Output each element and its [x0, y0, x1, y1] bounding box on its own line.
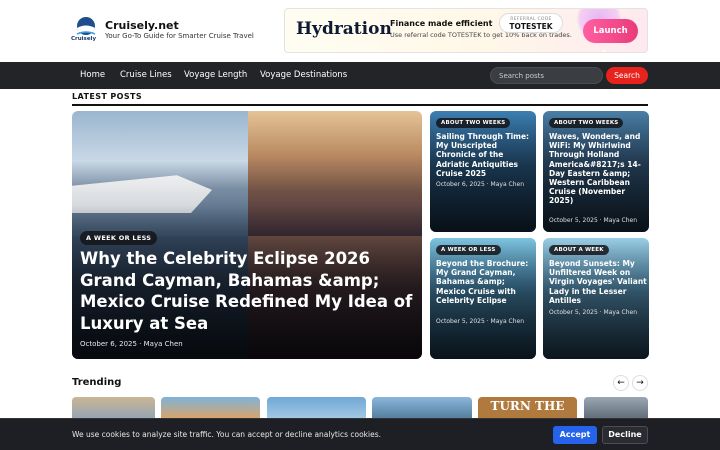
card-post-title[interactable]: Beyond the Brochure: My Grand Cayman, Ba…	[436, 259, 534, 305]
site-tagline: Your Go-To Guide for Smarter Cruise Trav…	[105, 32, 254, 40]
nav-item-voyage-length[interactable]: Voyage Length	[184, 70, 247, 80]
main-nav: Home Cruise Lines Voyage Length Voyage D…	[0, 62, 720, 89]
post-card[interactable]: A WEEK OR LESS Beyond the Brochure: My G…	[430, 238, 536, 359]
hero-post-card[interactable]: A WEEK OR LESS Why the Celebrity Eclipse…	[72, 111, 422, 359]
site-title[interactable]: Cruisely.net	[105, 19, 179, 32]
referral-code-value: TOTESTEK	[509, 22, 553, 31]
hero-category-badge[interactable]: A WEEK OR LESS	[80, 231, 158, 245]
ad-brand: Hydration	[296, 19, 392, 39]
card-category-badge[interactable]: A WEEK OR LESS	[436, 245, 501, 255]
cookie-banner: We use cookies to analyze site traffic. …	[0, 418, 720, 450]
hero-post-title[interactable]: Why the Celebrity Eclipse 2026 Grand Cay…	[80, 248, 416, 334]
trending-next-button[interactable]: →	[632, 375, 648, 391]
trending-heading: Trending	[72, 377, 122, 388]
referral-code-badge: REFERRAL CODE TOTESTEK	[499, 13, 563, 33]
card-post-meta: October 6, 2025 · Maya Chen	[436, 181, 525, 188]
ad-headline: Finance made efficient	[390, 19, 493, 28]
card-post-meta: October 5, 2025 · Maya Chen	[549, 217, 638, 224]
hero-post-meta: October 6, 2025 · Maya Chen	[80, 340, 183, 348]
trending-prev-button[interactable]: ←	[613, 375, 629, 391]
post-card[interactable]: ABOUT TWO WEEKS Sailing Through Time: My…	[430, 111, 536, 232]
section-divider	[72, 104, 648, 106]
cookie-accept-button[interactable]: Accept	[553, 426, 597, 444]
card-category-badge[interactable]: ABOUT TWO WEEKS	[549, 118, 624, 128]
search-input[interactable]	[490, 67, 603, 84]
nav-item-cruise-lines[interactable]: Cruise Lines	[120, 70, 172, 80]
card-category-badge[interactable]: ABOUT TWO WEEKS	[436, 118, 511, 128]
card-post-title[interactable]: Beyond Sunsets: My Unfiltered Week on Vi…	[549, 259, 647, 305]
card-post-meta: October 5, 2025 · Maya Chen	[549, 309, 638, 316]
launch-app-button[interactable]: Launch App	[583, 19, 638, 52]
cookie-decline-button[interactable]: Decline	[602, 426, 648, 444]
ad-banner[interactable]: Hydration Finance made efficient Use ref…	[284, 8, 648, 53]
card-post-title[interactable]: Sailing Through Time: My Unscripted Chro…	[436, 132, 534, 178]
post-card[interactable]: ABOUT TWO WEEKS Waves, Wonders, and WiFi…	[543, 111, 649, 232]
latest-posts-heading: LATEST POSTS	[72, 92, 143, 101]
card-category-badge[interactable]: ABOUT A WEEK	[549, 245, 609, 255]
card-post-meta: October 5, 2025 · Maya Chen	[436, 318, 525, 325]
nav-item-home[interactable]: Home	[80, 70, 105, 80]
site-header: Cruisely Cruisely.net Your Go-To Guide f…	[0, 0, 720, 62]
search-button[interactable]: Search	[606, 67, 648, 84]
nav-item-voyage-destinations[interactable]: Voyage Destinations	[260, 70, 347, 80]
post-card[interactable]: ABOUT A WEEK Beyond Sunsets: My Unfilter…	[543, 238, 649, 359]
card-post-title[interactable]: Waves, Wonders, and WiFi: My Whirlwind T…	[549, 132, 647, 206]
logo-caption: Cruisely	[71, 36, 97, 42]
cookie-message: We use cookies to analyze site traffic. …	[72, 430, 382, 439]
